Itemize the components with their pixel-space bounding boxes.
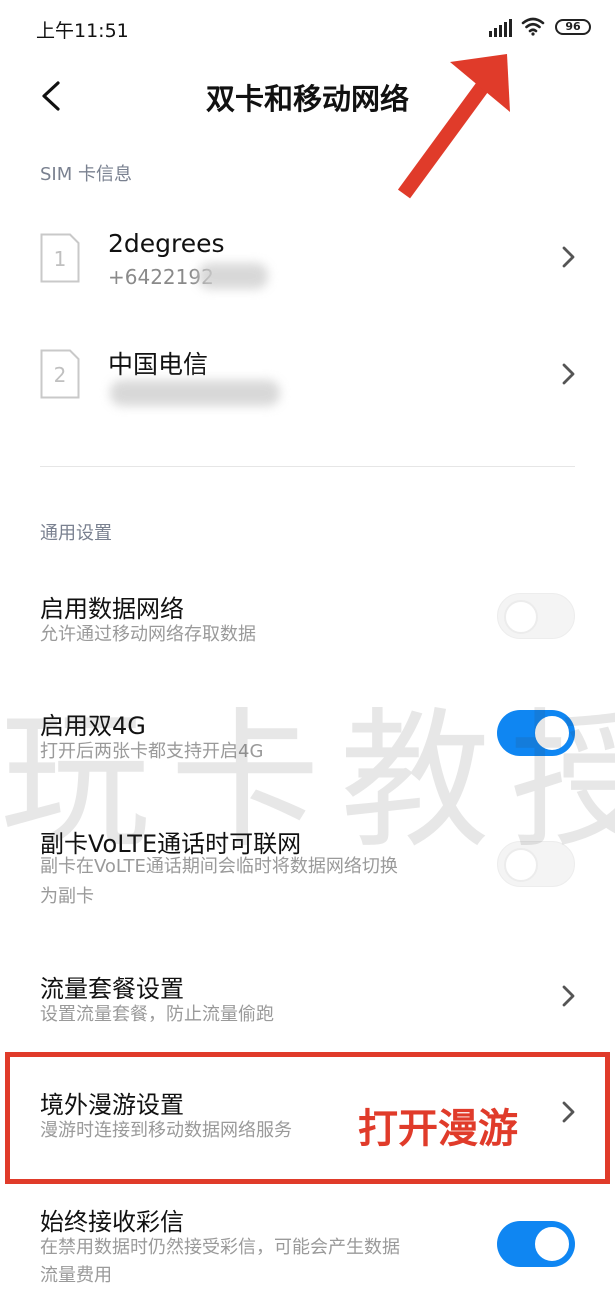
chevron-right-icon bbox=[562, 246, 575, 268]
signal-icon bbox=[489, 19, 512, 37]
setting-row-data-network[interactable]: 启用数据网络 允许通过移动网络存取数据 bbox=[0, 575, 615, 665]
sim-slot-number: 1 bbox=[53, 247, 67, 271]
chevron-right-icon bbox=[562, 363, 575, 385]
highlight-box bbox=[5, 1052, 610, 1184]
chevron-right-icon bbox=[562, 985, 575, 1007]
setting-title: 启用数据网络 bbox=[40, 595, 184, 623]
back-button[interactable] bbox=[34, 76, 74, 116]
setting-row-data-plan[interactable]: 流量套餐设置 设置流量套餐，防止流量偷跑 bbox=[0, 955, 615, 1045]
watermark: 玩卡教授 bbox=[0, 695, 615, 869]
sim-section-header: SIM 卡信息 bbox=[40, 164, 132, 185]
setting-desc-line-1: 在禁用数据时仍然接受彩信，可能会产生数据 bbox=[40, 1237, 400, 1258]
setting-desc-line-2: 为副卡 bbox=[40, 886, 94, 907]
general-section-header: 通用设置 bbox=[40, 523, 112, 544]
sim-name: 中国电信 bbox=[108, 350, 209, 379]
redaction-blur bbox=[110, 380, 280, 406]
setting-title: 始终接收彩信 bbox=[40, 1208, 184, 1236]
setting-desc: 允许通过移动网络存取数据 bbox=[40, 624, 256, 645]
status-time: 上午11:51 bbox=[36, 20, 129, 42]
annotation-text: 打开漫游 bbox=[358, 1106, 518, 1152]
section-divider bbox=[40, 466, 575, 467]
setting-desc: 设置流量套餐，防止流量偷跑 bbox=[40, 1004, 274, 1025]
red-arrow-annotation bbox=[397, 54, 510, 199]
battery-icon: 96 bbox=[555, 19, 591, 35]
setting-title: 流量套餐设置 bbox=[40, 975, 184, 1003]
setting-row-mms[interactable]: 始终接收彩信 在禁用数据时仍然接受彩信，可能会产生数据 流量费用 bbox=[0, 1188, 615, 1286]
sim-card-row-2[interactable]: 2 中国电信 bbox=[0, 320, 615, 430]
wifi-icon bbox=[521, 17, 545, 36]
data-network-toggle[interactable] bbox=[497, 593, 575, 639]
setting-desc-line-2: 流量费用 bbox=[40, 1265, 112, 1286]
sim-slot-number: 2 bbox=[53, 363, 67, 387]
sim-card-row-1[interactable]: 1 2degrees +6422192 bbox=[0, 203, 615, 313]
mms-toggle[interactable] bbox=[497, 1221, 575, 1267]
sim-name: 2degrees bbox=[108, 229, 225, 258]
redaction-blur bbox=[198, 263, 268, 289]
